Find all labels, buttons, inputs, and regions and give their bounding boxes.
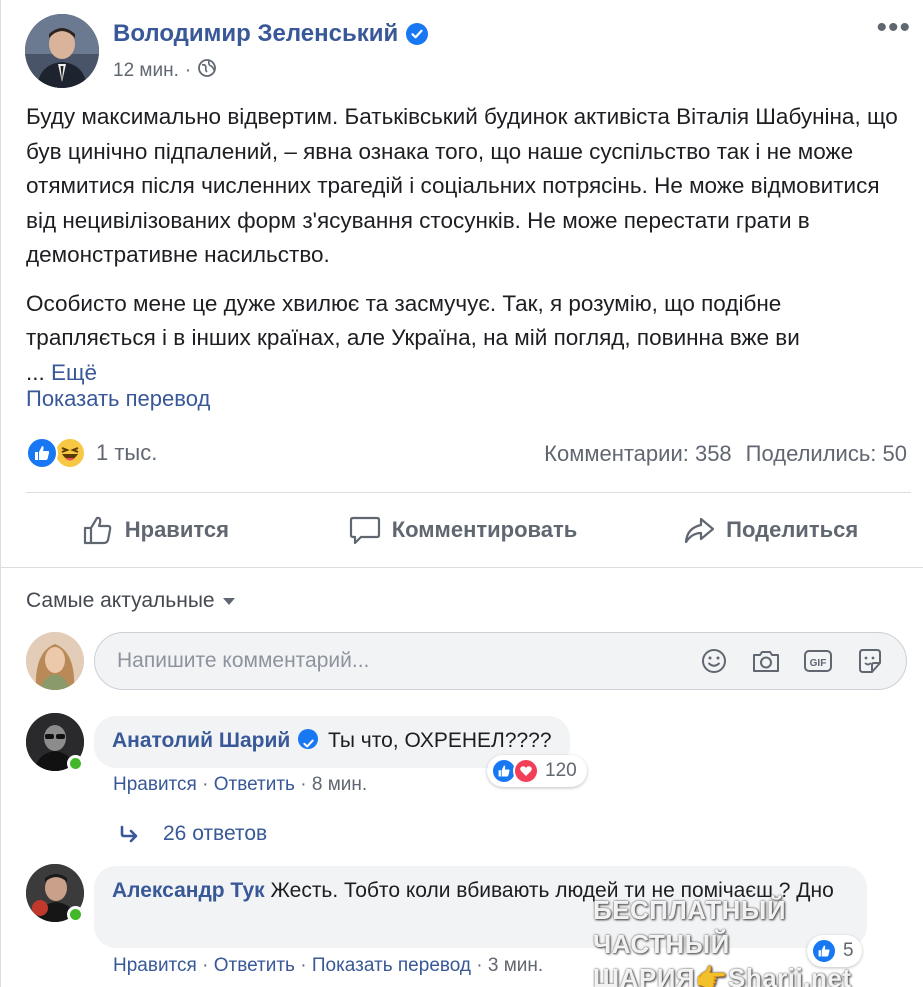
post-body: Буду максимально відвертим. Батьківський… [26,100,911,404]
globe-icon[interactable] [197,58,217,84]
ellipsis: ... [26,359,45,385]
comments-count-link[interactable]: Комментарии: 358 [544,441,732,467]
composer-tools: GIF [698,645,886,677]
post-paragraph-2: Особисто мене це дуже хвилює та засмучує… [26,287,911,391]
separator-dot: · [300,774,307,795]
svg-text:GIF: GIF [810,658,827,669]
shares-count-link[interactable]: Поделились: 50 [746,441,907,467]
view-replies-link[interactable]: 26 ответов [119,822,267,846]
author-name[interactable]: Володимир Зеленський [113,20,429,48]
camera-icon[interactable] [750,645,782,677]
comment-author[interactable]: Александр Тук [112,879,265,902]
comment-composer[interactable]: GIF [94,632,907,690]
comment-reply-link[interactable]: Ответить [214,955,295,976]
comment-bubble-icon [349,516,380,545]
comment-like-link[interactable]: Нравится [113,955,197,976]
verified-badge-icon [406,23,429,45]
separator-dot: · [202,774,209,795]
online-status-indicator [67,906,84,923]
comment-reply-link[interactable]: Ответить [214,774,295,795]
comment-reactions[interactable]: 120 [487,755,587,787]
post-paragraph-1: Буду максимально відвертим. Батьківський… [26,104,898,267]
sticker-icon[interactable] [854,645,886,677]
comment-time[interactable]: 8 мин. [312,774,367,795]
comment-like-link[interactable]: Нравится [113,774,197,795]
like-button[interactable]: Нравится [1,500,309,560]
comment-text: Ты что, ОХРЕНЕЛ???? [327,729,552,752]
verified-badge-icon [298,729,319,749]
current-user-avatar[interactable] [26,632,84,690]
watermark: БЕСПЛАТНЫЙ ЧАСТНЫЙ ШАРИЯ👉Sharij.net [593,893,923,987]
share-button[interactable]: Поделиться [616,500,923,560]
like-reaction-icon [26,437,58,469]
comment-author[interactable]: Анатолий Шарий [112,729,290,752]
divider [1,567,923,568]
separator-dot: · [476,955,483,976]
more-options-button[interactable]: ••• [876,13,911,43]
watermark-line-2: ШАРИЯ👉Sharij.net [593,963,852,987]
see-more-link[interactable]: Ещё [51,360,97,385]
show-translation-link[interactable]: Показать перевод [26,386,210,412]
post-time[interactable]: 12 мин. [113,60,179,82]
comment-time[interactable]: 3 мин. [488,955,543,976]
post-card: Володимир Зеленський 12 мин. · ••• Буду … [0,0,923,987]
haha-reaction-icon [54,437,86,469]
comment-input[interactable] [117,633,677,689]
watermark-line-1: БЕСПЛАТНЫЙ ЧАСТНЫЙ [593,895,787,959]
engagement-counts: Комментарии: 358 Поделились: 50 [544,441,907,467]
emoji-icon[interactable] [698,645,730,677]
post-paragraph-2-text: Особисто мене це дуже хвилює та засмучує… [26,290,800,351]
comment-sort-label: Самые актуальные [26,589,215,612]
like-button-label: Нравится [124,517,229,542]
gif-icon[interactable]: GIF [802,645,834,677]
online-status-indicator [67,755,84,772]
divider [26,492,911,493]
comment-actions: Нравится · Ответить · Показать перевод ·… [113,955,543,977]
post-actions-bar: Нравится Комментировать Поделиться [1,500,923,560]
comment-button[interactable]: Комментировать [309,500,617,560]
post-meta: 12 мин. · [113,58,217,84]
reactions-summary[interactable]: 1 тыс. [26,437,157,469]
caret-down-icon [222,597,235,605]
comment-button-label: Комментировать [391,517,578,542]
share-button-label: Поделиться [726,517,859,542]
author-avatar[interactable] [25,14,99,88]
reply-arrow-icon [120,825,138,843]
separator-dot: · [202,955,209,976]
comment-reaction-count: 120 [545,760,577,781]
replies-count[interactable]: 26 ответов [163,822,267,846]
reactions-count: 1 тыс. [96,440,158,465]
comment-actions: Нравится · Ответить · 8 мин. [113,774,367,796]
comment-sort-dropdown[interactable]: Самые актуальные [26,589,235,613]
author-name-text[interactable]: Володимир Зеленський [113,20,398,48]
meta-separator: · [184,60,192,81]
thumbs-up-icon [83,516,112,545]
comment-translate-link[interactable]: Показать перевод [312,955,471,976]
love-reaction-icon [513,758,539,784]
share-arrow-icon [685,517,715,544]
separator-dot: · [300,955,307,976]
